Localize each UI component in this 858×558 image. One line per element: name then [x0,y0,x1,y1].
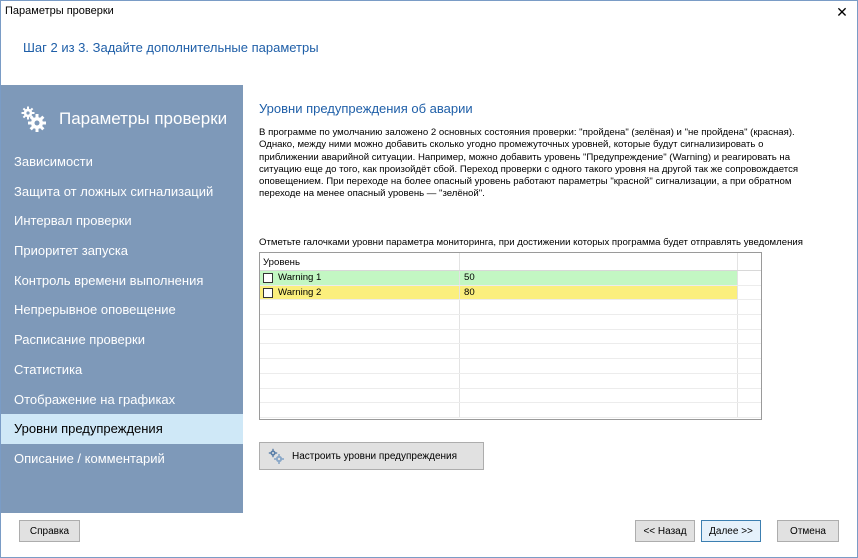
sidebar-item-chart-display[interactable]: Отображение на графиках [1,385,243,415]
content-hint: Отметьте галочками уровни параметра мони… [259,237,803,248]
content-heading: Уровни предупреждения об аварии [259,101,473,116]
step-title: Шаг 2 из 3. Задайте дополнительные парам… [23,40,319,55]
next-button[interactable]: Далее >> [701,520,761,542]
table-row-empty [260,403,761,418]
sidebar-nav: Зависимости Защита от ложных сигнализаци… [1,147,243,474]
level-name: Warning 1 [278,272,322,284]
configure-levels-button[interactable]: Настроить уровни предупреждения [259,442,484,470]
title-bar: Параметры проверки ✕ [1,1,857,23]
gears-small-icon [268,448,284,464]
warning-1-checkbox[interactable] [263,272,273,283]
grid-cell-level: Warning 1 [260,271,460,285]
sidebar-item-dependencies[interactable]: Зависимости [1,147,243,177]
grid-cell-empty [738,271,761,285]
table-row-empty [260,359,761,374]
table-row-empty [260,300,761,316]
grid-cell-empty [738,286,761,300]
sidebar-item-continuous-notification[interactable]: Непрерывное оповещение [1,295,243,325]
sidebar-item-false-alarm-protection[interactable]: Защита от ложных сигнализаций [1,177,243,207]
help-button[interactable]: Справка [19,520,80,542]
cancel-button[interactable]: Отмена [777,520,839,542]
content-description: В программе по умолчанию заложено 2 осно… [259,127,799,200]
grid-cell-level: Warning 2 [260,285,460,300]
sidebar-item-execution-time-control[interactable]: Контроль времени выполнения [1,266,243,296]
sidebar-item-description[interactable]: Описание / комментарий [1,444,243,474]
table-row[interactable]: Warning 1 50 [260,271,761,286]
sidebar-item-check-interval[interactable]: Интервал проверки [1,206,243,236]
grid-column-header-level[interactable]: Уровень [260,253,460,270]
table-row-empty [260,315,761,330]
back-button[interactable]: << Назад [635,520,695,542]
table-row[interactable]: Warning 2 80 [260,285,761,301]
content-panel: Уровни предупреждения об аварии В програ… [259,101,839,248]
sidebar-header-label: Параметры проверки [59,109,228,128]
sidebar: Параметры проверки Зависимости Защита от… [1,85,243,513]
configure-levels-label: Настроить уровни предупреждения [292,450,458,462]
table-row-empty [260,373,761,389]
close-icon[interactable]: ✕ [827,1,857,23]
table-row-empty [260,329,761,345]
dialog-window: Параметры проверки ✕ Шаг 2 из 3. Задайте… [0,0,858,558]
table-row-empty [260,344,761,360]
table-row-empty [260,388,761,404]
warning-2-checkbox[interactable] [263,287,273,298]
level-value: 80 [460,285,738,300]
sidebar-item-launch-priority[interactable]: Приоритет запуска [1,236,243,266]
level-value: 50 [460,271,738,285]
warning-levels-grid[interactable]: Уровень Warning 1 50 Warning 2 80 [259,252,762,420]
sidebar-header: Параметры проверки [19,99,239,139]
grid-header: Уровень [260,253,761,271]
gears-icon [19,105,47,133]
sidebar-item-warning-levels[interactable]: Уровни предупреждения [1,414,243,444]
level-name: Warning 2 [278,287,322,299]
grid-column-header-value [460,253,738,270]
sidebar-item-check-schedule[interactable]: Расписание проверки [1,325,243,355]
window-title: Параметры проверки [5,5,114,17]
sidebar-item-statistics[interactable]: Статистика [1,355,243,385]
